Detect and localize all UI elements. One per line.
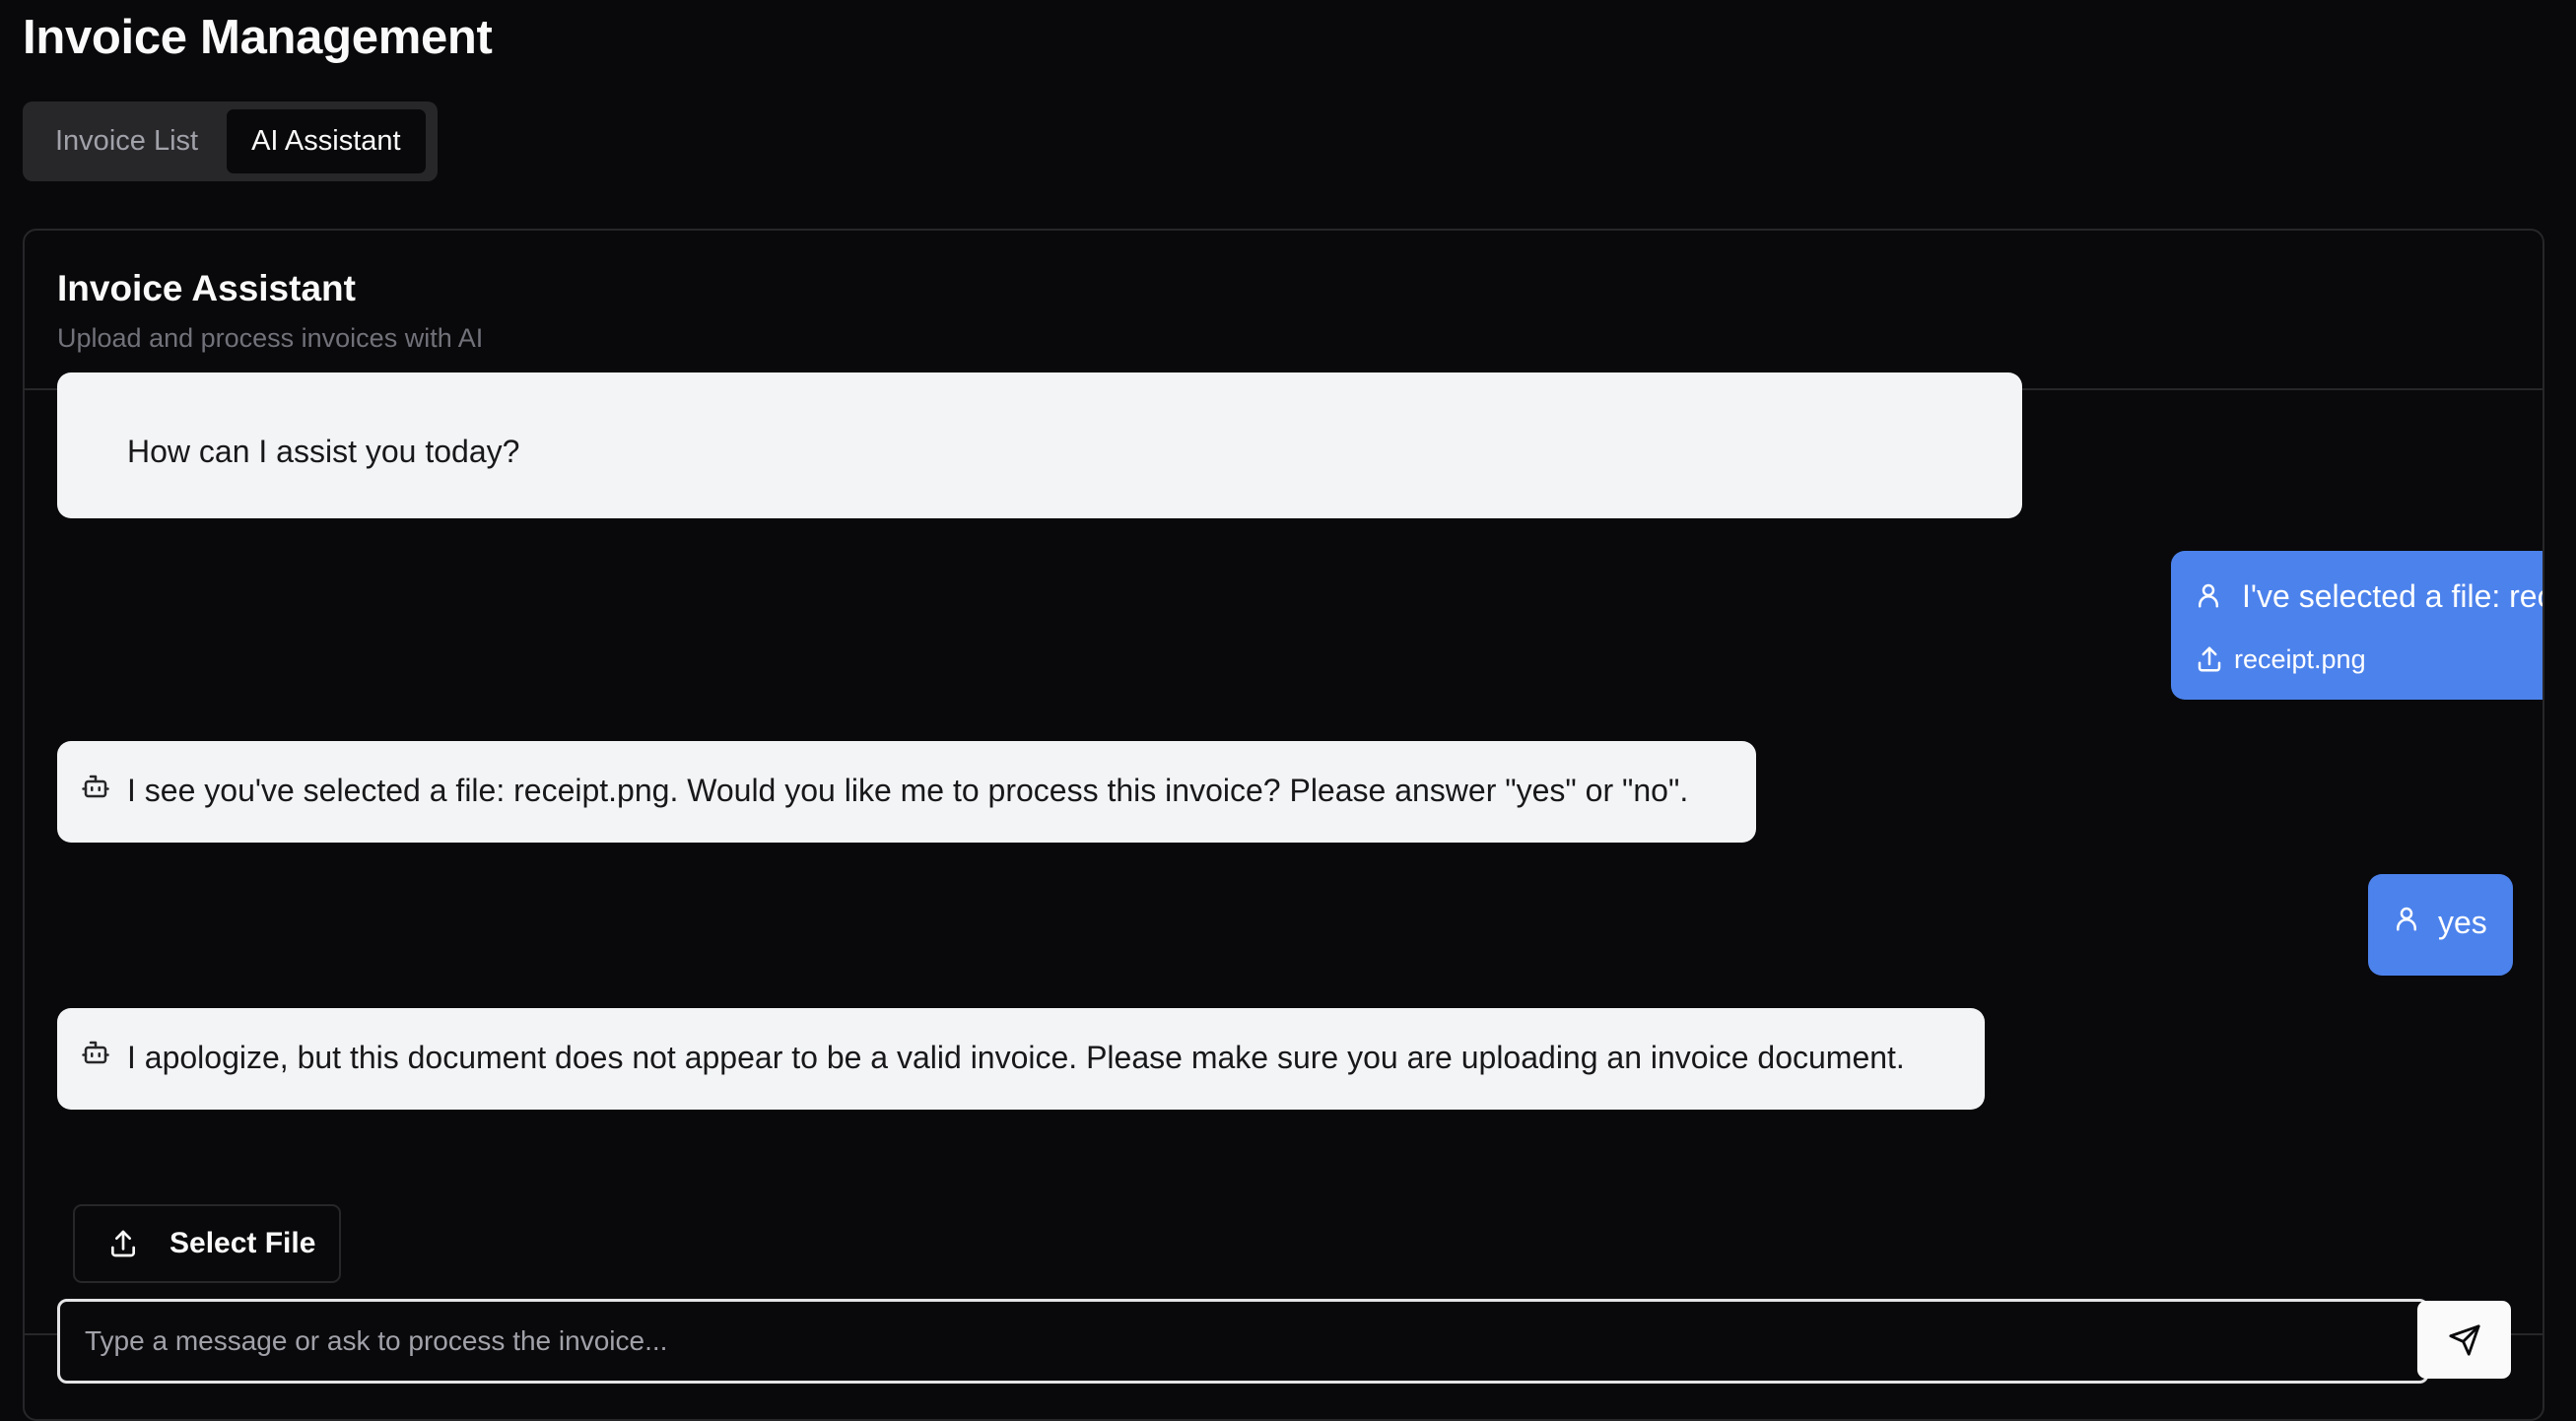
send-icon (2448, 1323, 2481, 1357)
card-title: Invoice Assistant (57, 268, 356, 308)
assistant-message: I apologize, but this document does not … (57, 1008, 1985, 1110)
send-button[interactable] (2417, 1301, 2511, 1379)
card-description: Upload and process invoices with AI (57, 323, 484, 353)
message-text: I see you've selected a file: receipt.pn… (127, 773, 1689, 808)
chat-messages: How can I assist you today? I've selecte… (25, 372, 2542, 1401)
user-message: yes (2368, 874, 2513, 976)
assistant-message: How can I assist you today? (57, 372, 2022, 518)
user-icon (2194, 577, 2223, 621)
card-header: Invoice Assistant Upload and process inv… (25, 231, 2542, 390)
message-text: yes (2438, 905, 2487, 940)
tab-invoice-list[interactable]: Invoice List (31, 109, 223, 173)
attachment-name[interactable]: receipt.png (2234, 638, 2366, 681)
message-input[interactable] (57, 1299, 2429, 1384)
tab-list: Invoice List AI Assistant (23, 102, 438, 181)
message-text: I apologize, but this document does not … (127, 1040, 1905, 1075)
user-icon (2392, 901, 2421, 944)
assistant-card: Invoice Assistant Upload and process inv… (23, 229, 2544, 1421)
select-file-button[interactable]: Select File (73, 1204, 341, 1283)
bot-icon (81, 769, 110, 812)
assistant-message: I see you've selected a file: receipt.pn… (57, 741, 1756, 843)
upload-icon (2195, 642, 2224, 685)
bot-icon (81, 1035, 110, 1078)
upload-icon (107, 1228, 139, 1259)
page-title: Invoice Management (23, 11, 493, 64)
message-text: I've selected a file: receipt.png (2242, 578, 2542, 614)
message-text: How can I assist you today? (127, 434, 520, 469)
select-file-label: Select File (169, 1227, 316, 1259)
user-message: I've selected a file: receipt.png receip… (2171, 551, 2542, 700)
tab-ai-assistant[interactable]: AI Assistant (227, 109, 426, 173)
